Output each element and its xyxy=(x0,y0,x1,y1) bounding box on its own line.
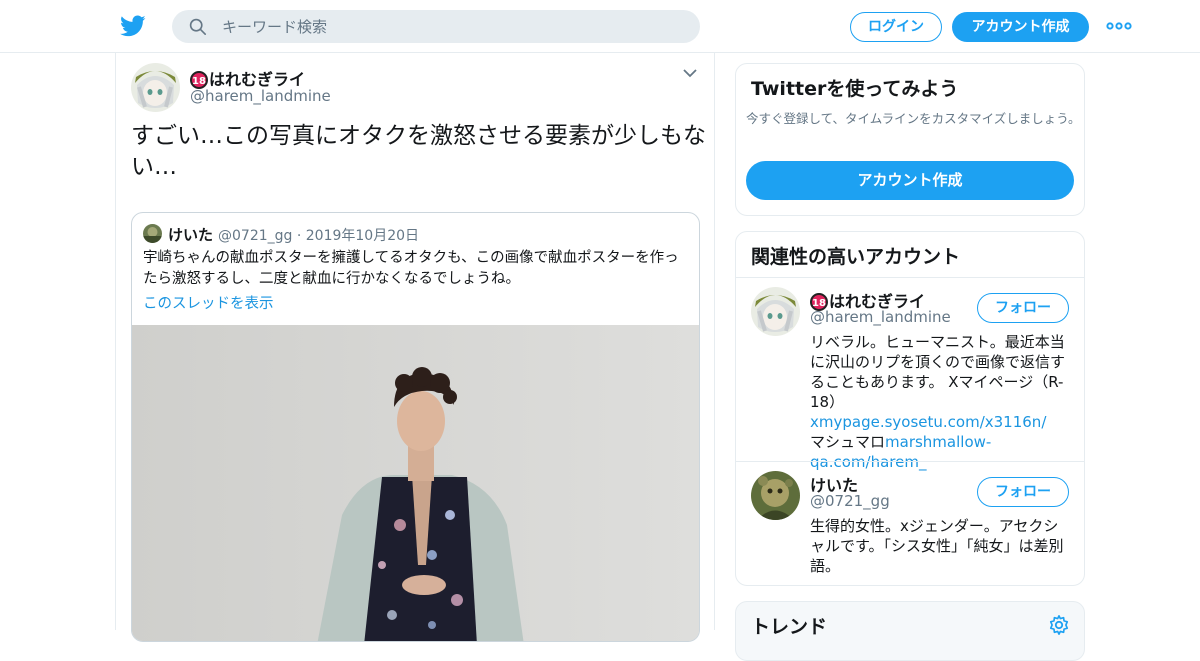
account-handle[interactable]: @0721_gg xyxy=(810,492,890,510)
bio-text: マシュマロ xyxy=(810,433,886,451)
meta-separator: · xyxy=(296,228,302,244)
quote-meta: @0721_gg · 2019年10月20日 xyxy=(218,225,419,245)
quote-avatar xyxy=(143,224,162,243)
account-avatar[interactable] xyxy=(751,287,800,336)
more-dots-icon[interactable] xyxy=(1106,20,1132,32)
gear-icon[interactable] xyxy=(1048,614,1070,636)
related-accounts-card: 関連性の高いアカウント 18 はれむぎライ @harem_landmine フォロ… xyxy=(735,231,1085,586)
trends-card: トレンド xyxy=(735,601,1085,661)
signup-card-subtitle: 今すぐ登録して、タイムラインをカスタマイズしましょう。 xyxy=(746,111,1081,126)
tweet-text: すごい…この写真にオタクを激怒させる要素が少しもない… xyxy=(131,123,706,180)
related-accounts-title: 関連性の高いアカウント xyxy=(751,246,961,268)
search-icon xyxy=(189,18,207,36)
signup-card-title: Twitterを使ってみよう xyxy=(751,78,959,100)
anime-avatar-image xyxy=(131,63,180,112)
show-thread-link[interactable]: このスレッドを表示 xyxy=(143,292,274,313)
man-in-floral-shirt-photo xyxy=(132,325,699,641)
divider xyxy=(736,277,1084,278)
signup-card: Twitterを使ってみよう 今すぐ登録して、タイムラインをカスタマイズしましょ… xyxy=(735,63,1085,216)
signup-card-button[interactable]: アカウント作成 xyxy=(746,161,1074,200)
quote-author-handle: @0721_gg xyxy=(218,228,293,244)
login-button[interactable]: ログイン xyxy=(850,12,942,42)
account-handle[interactable]: @harem_landmine xyxy=(810,308,951,326)
twitter-bird-icon[interactable] xyxy=(119,13,147,39)
follow-button[interactable]: フォロー xyxy=(977,293,1069,323)
quote-author-name: けいた xyxy=(168,226,214,244)
avatar[interactable] xyxy=(131,63,180,112)
account-bio: 生得的女性。xジェンダー。アセクシャルです。「シス女性」「純女」は差別語。 xyxy=(810,517,1064,575)
quoted-tweet[interactable]: けいた @0721_gg · 2019年10月20日 宇崎ちゃんの献血ポスターを… xyxy=(131,212,700,642)
tweet-column: 18 はれむぎライ @harem_landmine すごい…この写真にオタクを激怒… xyxy=(115,53,715,642)
follow-button[interactable]: フォロー xyxy=(977,477,1069,507)
tweet-author-handle[interactable]: @harem_landmine xyxy=(190,87,331,105)
quote-text: 宇崎ちゃんの献血ポスターを擁護してるオタクも、この画像で献血ポスターを作ったら激… xyxy=(143,250,679,287)
search-box[interactable] xyxy=(172,10,700,43)
signup-button[interactable]: アカウント作成 xyxy=(952,12,1089,42)
quote-photo[interactable] xyxy=(132,325,699,641)
trends-title: トレンド xyxy=(751,616,828,638)
account-bio: リベラル。ヒューマニスト。最近本当に沢山のリプを頂くので画像で返信することもあり… xyxy=(810,332,1072,472)
search-input[interactable] xyxy=(222,10,682,43)
account-avatar[interactable] xyxy=(751,471,800,520)
top-navigation-bar: ログイン アカウント作成 xyxy=(0,0,1200,53)
chevron-down-icon[interactable] xyxy=(683,68,697,78)
bio-link[interactable]: xmypage.syosetu.com/x3116n/ xyxy=(810,413,1046,431)
divider xyxy=(736,461,1084,462)
quote-date: 2019年10月20日 xyxy=(305,228,420,244)
bio-text: リベラル。ヒューマニスト。最近本当に沢山のリプを頂くので画像で返信することもあり… xyxy=(810,333,1066,411)
